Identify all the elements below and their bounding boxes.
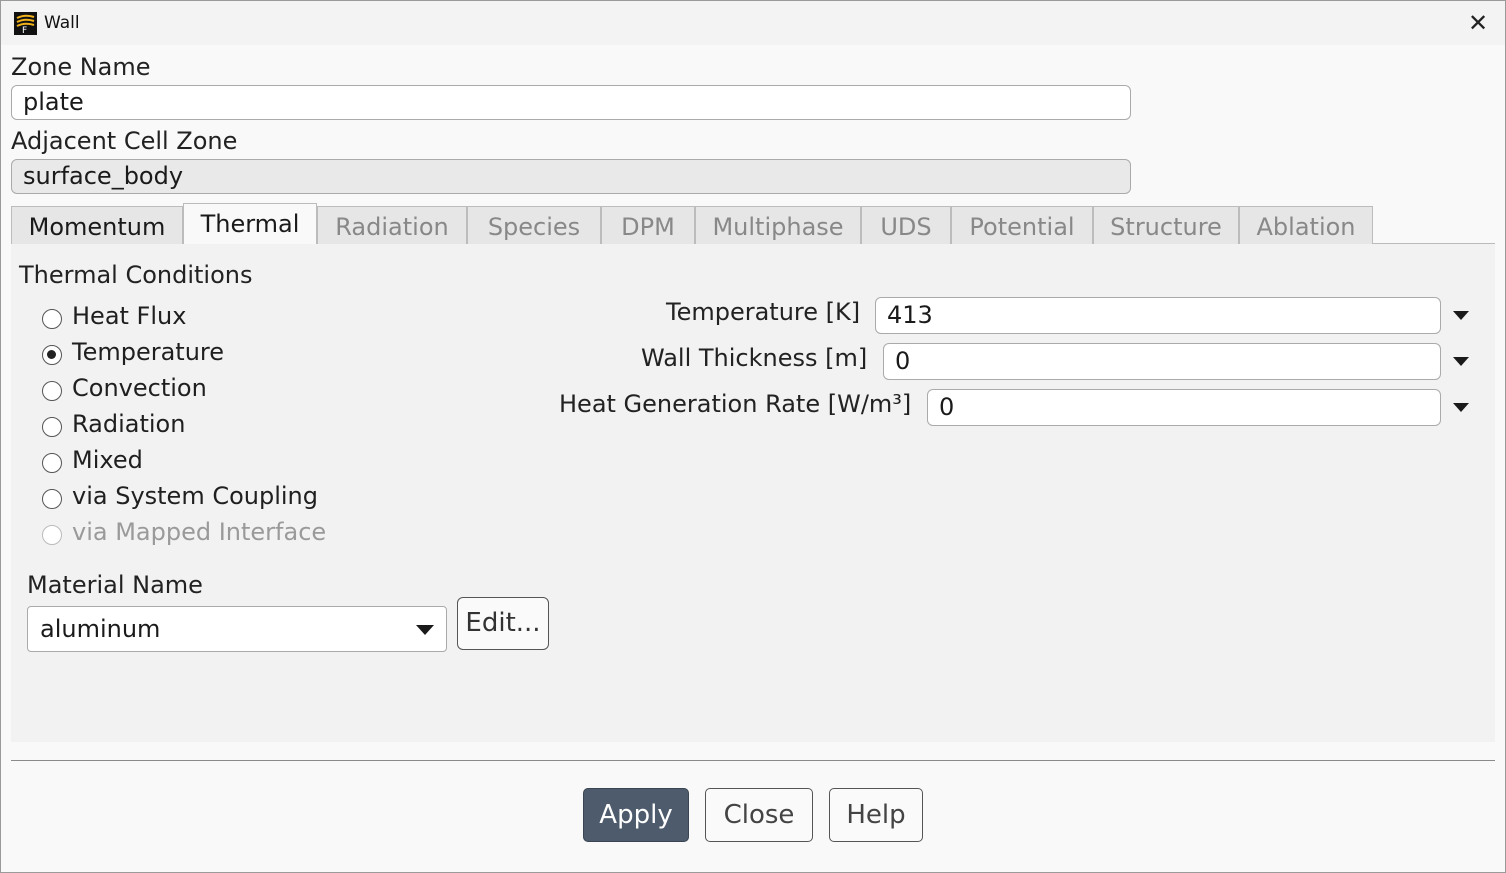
temperature-label: Temperature [K] <box>666 298 861 326</box>
radio-label: Heat Flux <box>72 302 187 330</box>
radio-button[interactable] <box>42 345 62 365</box>
tab-structure: Structure <box>1093 206 1239 244</box>
heat-generation-rate-options-dropdown-icon[interactable] <box>1450 396 1472 418</box>
radio-label: Mixed <box>72 446 143 474</box>
tab-species: Species <box>467 206 601 244</box>
material-name-select[interactable]: aluminum <box>27 606 447 652</box>
radio-label: via System Coupling <box>72 482 318 510</box>
radio-button[interactable] <box>42 489 62 509</box>
tab-ablation: Ablation <box>1239 206 1373 244</box>
wall-thickness-label: Wall Thickness [m] <box>641 344 868 372</box>
temperature-input[interactable]: 413 <box>875 297 1441 334</box>
tab-dpm: DPM <box>601 206 695 244</box>
radio-label: via Mapped Interface <box>72 518 327 546</box>
tab-momentum[interactable]: Momentum <box>11 206 183 244</box>
tab-uds: UDS <box>861 206 951 244</box>
thermal-conditions-title: Thermal Conditions <box>19 261 253 289</box>
title-bar: F Wall ✕ <box>1 1 1505 45</box>
heat-generation-rate-label: Heat Generation Rate [W/m³] <box>559 390 912 418</box>
material-name-label: Material Name <box>27 571 203 599</box>
footer-divider <box>11 760 1495 761</box>
heat-generation-rate-input[interactable]: 0 <box>927 389 1441 426</box>
svg-text:F: F <box>22 26 27 35</box>
tab-potential: Potential <box>951 206 1093 244</box>
radio-label: Temperature <box>72 338 225 366</box>
help-button[interactable]: Help <box>829 788 923 842</box>
material-name-value: aluminum <box>40 615 161 643</box>
tab-thermal[interactable]: Thermal <box>183 203 317 245</box>
radio-label: Radiation <box>72 410 186 438</box>
tab-radiation: Radiation <box>317 206 467 244</box>
zone-name-label: Zone Name <box>11 53 151 81</box>
radio-label: Convection <box>72 374 207 402</box>
material-edit-button[interactable]: Edit... <box>457 597 549 650</box>
apply-button[interactable]: Apply <box>583 788 689 842</box>
radio-button[interactable] <box>42 309 62 329</box>
wall-thickness-options-dropdown-icon[interactable] <box>1450 350 1472 372</box>
radio-button[interactable] <box>42 417 62 437</box>
chevron-down-icon <box>416 625 434 635</box>
close-button[interactable]: Close <box>705 788 813 842</box>
window-title: Wall <box>44 13 80 33</box>
wall-dialog: F Wall ✕ Zone Name plate Adjacent Cell Z… <box>0 0 1506 873</box>
zone-name-input[interactable]: plate <box>11 85 1131 120</box>
radio-button <box>42 525 62 545</box>
close-window-icon[interactable]: ✕ <box>1461 7 1495 39</box>
radio-button[interactable] <box>42 453 62 473</box>
adjacent-cell-zone-field: surface_body <box>11 159 1131 194</box>
temperature-options-dropdown-icon[interactable] <box>1450 304 1472 326</box>
radio-button[interactable] <box>42 381 62 401</box>
wall-thickness-input[interactable]: 0 <box>883 343 1441 380</box>
fluent-app-icon: F <box>14 12 37 35</box>
tab-bar: Momentum Thermal Radiation Species DPM M… <box>11 203 1495 245</box>
tab-multiphase: Multiphase <box>695 206 861 244</box>
adjacent-cell-zone-label: Adjacent Cell Zone <box>11 127 238 155</box>
